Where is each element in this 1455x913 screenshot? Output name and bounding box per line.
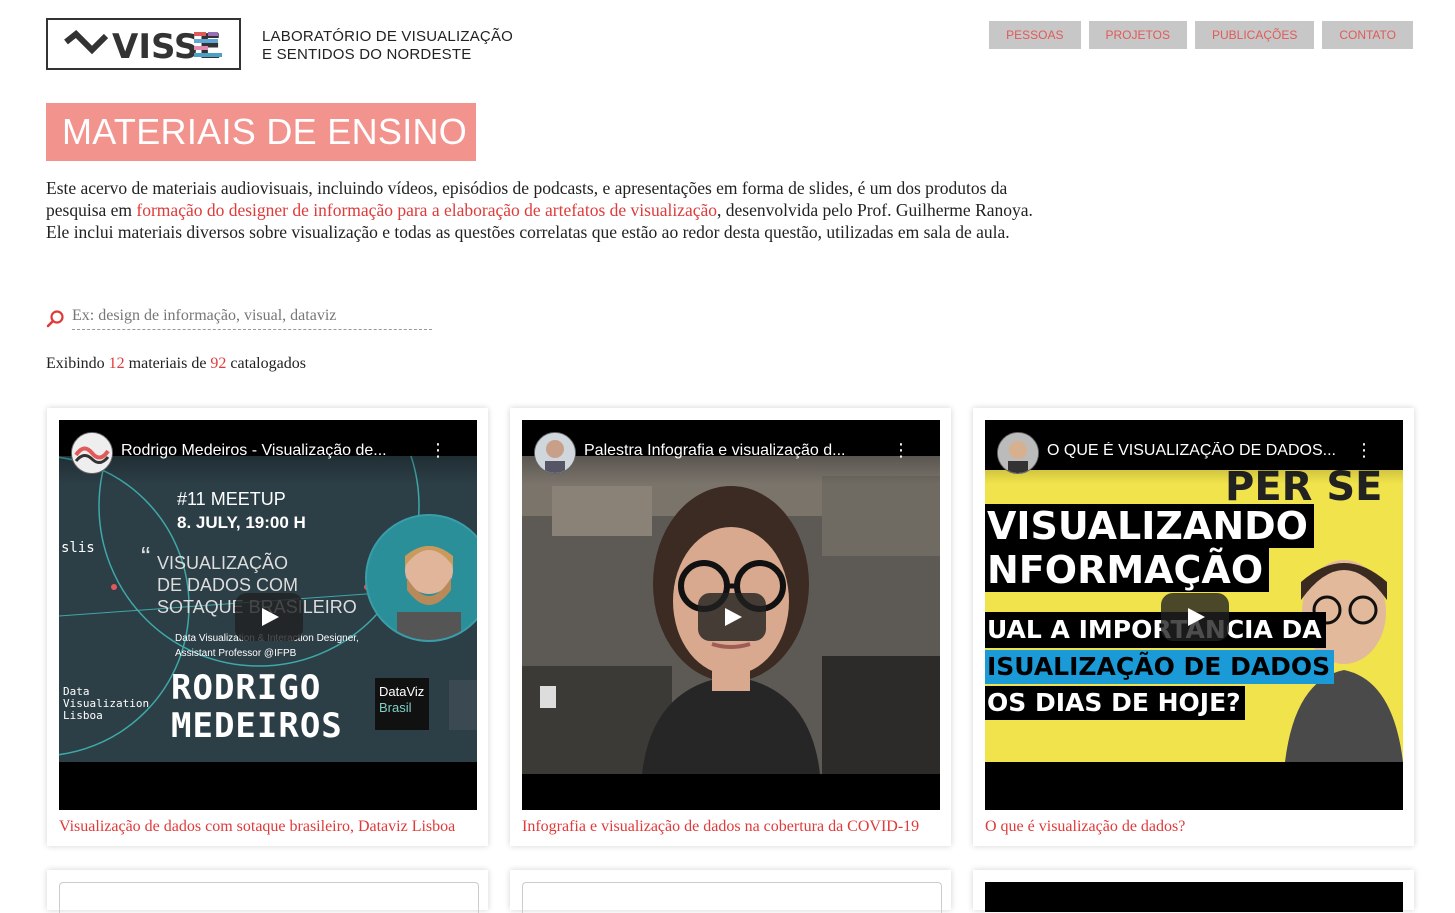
results-count: Exibindo 12 materiais de 92 catalogados (46, 355, 306, 373)
count-prefix: Exibindo (46, 355, 105, 372)
kebab-menu-icon[interactable]: ⋮ (429, 442, 447, 460)
material-card: slis #11 MEETUP 8. JULY, 19:00 H “ VISUA… (47, 408, 488, 846)
thumb-logo-partial (449, 680, 477, 730)
main-nav: PESSOAS PROJETOS PUBLICAÇÕES CONTATO (989, 21, 1413, 49)
person-avatar-icon (535, 433, 575, 473)
video-topbar: O QUE É VISUALIZAÇÃO DE DADOS... ⋮ (985, 420, 1403, 484)
channel-avatar[interactable] (997, 432, 1039, 474)
material-card-partial (510, 870, 951, 913)
thumb-line4: ISUALIZAÇÃO DE DADOS (985, 650, 1335, 684)
count-shown: 12 (108, 355, 125, 372)
channel-logo-icon (72, 433, 112, 473)
page-title: MATERIAIS DE ENSINO (46, 103, 476, 161)
dataviz-brasil-line1: DataViz (379, 684, 425, 699)
person-avatar-icon (998, 433, 1038, 473)
material-card-partial (47, 870, 488, 913)
site-logo[interactable]: VISSE (46, 18, 241, 70)
thumb-line2: NFORMAÇÃO (985, 548, 1270, 592)
play-button-icon[interactable] (235, 593, 303, 641)
thumb-line1: VISUALIZANDO (985, 504, 1314, 548)
video-title[interactable]: Rodrigo Medeiros - Visualização de... (121, 442, 421, 460)
video-embed[interactable]: Palestra Infografia e visualização d... … (522, 420, 940, 810)
material-link[interactable]: Infografia e visualização de dados na co… (522, 818, 919, 836)
thumb-role-line2: Assistant Professor @IFPB (175, 648, 297, 659)
nav-contato[interactable]: CONTATO (1322, 21, 1413, 49)
video-topbar: Palestra Infografia e visualização d... … (522, 420, 940, 484)
video-title[interactable]: O QUE É VISUALIZAÇÃO DE DADOS... (1047, 442, 1347, 460)
nav-projetos[interactable]: PROJETOS (1088, 21, 1187, 49)
thumb-meetup: #11 MEETUP (177, 489, 286, 509)
channel-avatar[interactable] (71, 432, 113, 474)
count-total: 92 (210, 355, 227, 372)
lab-name-line2: E SENTIDOS DO NORDESTE (262, 46, 472, 63)
lab-name-line1: LABORATÓRIO DE VISUALIZAÇÃO (262, 28, 514, 45)
dataviz-brasil-line2: Brasil (379, 700, 412, 715)
lab-name: LABORATÓRIO DE VISUALIZAÇÃO E SENTIDOS D… (262, 28, 513, 64)
material-card: Palestra Infografia e visualização d... … (510, 408, 951, 846)
thumb-side-text: slis (61, 540, 95, 556)
video-title[interactable]: Palestra Infografia e visualização d... (584, 442, 884, 460)
kebab-menu-icon[interactable]: ⋮ (1355, 442, 1373, 460)
material-card-partial (973, 870, 1414, 912)
material-link[interactable]: O que é visualização de dados? (985, 818, 1185, 836)
search-input[interactable] (72, 303, 432, 330)
nav-publicacoes[interactable]: PUBLICAÇÕES (1194, 21, 1315, 49)
material-link[interactable]: Visualização de dados com sotaque brasil… (59, 818, 455, 836)
thumb-quote-mark: “ (141, 541, 151, 572)
play-button-icon[interactable] (698, 593, 766, 641)
thumb-name-line1: RODRIGO (171, 668, 322, 708)
thumb-name-line2: MEDEIROS (171, 706, 343, 746)
video-embed[interactable]: PER SE VISUALIZANDO NFORMAÇÃO UAL A IMPO… (985, 420, 1403, 810)
play-button-icon[interactable] (1161, 593, 1229, 641)
logo-mark-icon: VISSE (64, 28, 222, 62)
thumb-dvl-line3: Lisboa (63, 709, 103, 722)
thumb-line5: OS DIAS DE HOJE? (985, 686, 1245, 720)
channel-avatar[interactable] (534, 432, 576, 474)
video-embed[interactable]: slis #11 MEETUP 8. JULY, 19:00 H “ VISUA… (59, 420, 477, 810)
material-card: PER SE VISUALIZANDO NFORMAÇÃO UAL A IMPO… (973, 408, 1414, 846)
thumb-line3: UAL A IMPORTÂNCIA DA (985, 612, 1326, 648)
count-middle: materiais de (128, 355, 207, 372)
intro-paragraph: Este acervo de materiais audiovisuais, i… (46, 177, 1046, 243)
thumb-quote-line1: VISUALIZAÇÃO (157, 553, 289, 573)
person-portrait-icon (397, 546, 461, 640)
search-icon[interactable] (46, 309, 66, 329)
kebab-menu-icon[interactable]: ⋮ (892, 442, 910, 460)
nav-pessoas[interactable]: PESSOAS (989, 21, 1081, 49)
research-link[interactable]: formação do designer de informação para … (136, 200, 717, 220)
thumb-date: 8. JULY, 19:00 H (177, 513, 306, 532)
dataviz-brasil-badge: DataViz Brasil (375, 678, 429, 730)
count-suffix: catalogados (230, 355, 306, 372)
video-topbar: Rodrigo Medeiros - Visualização de... ⋮ (59, 420, 477, 484)
thumb-speaker-name: RODRIGO MEDEIROS (171, 669, 343, 745)
thumb-dvl-text: Data Visualization Lisboa (63, 686, 149, 722)
